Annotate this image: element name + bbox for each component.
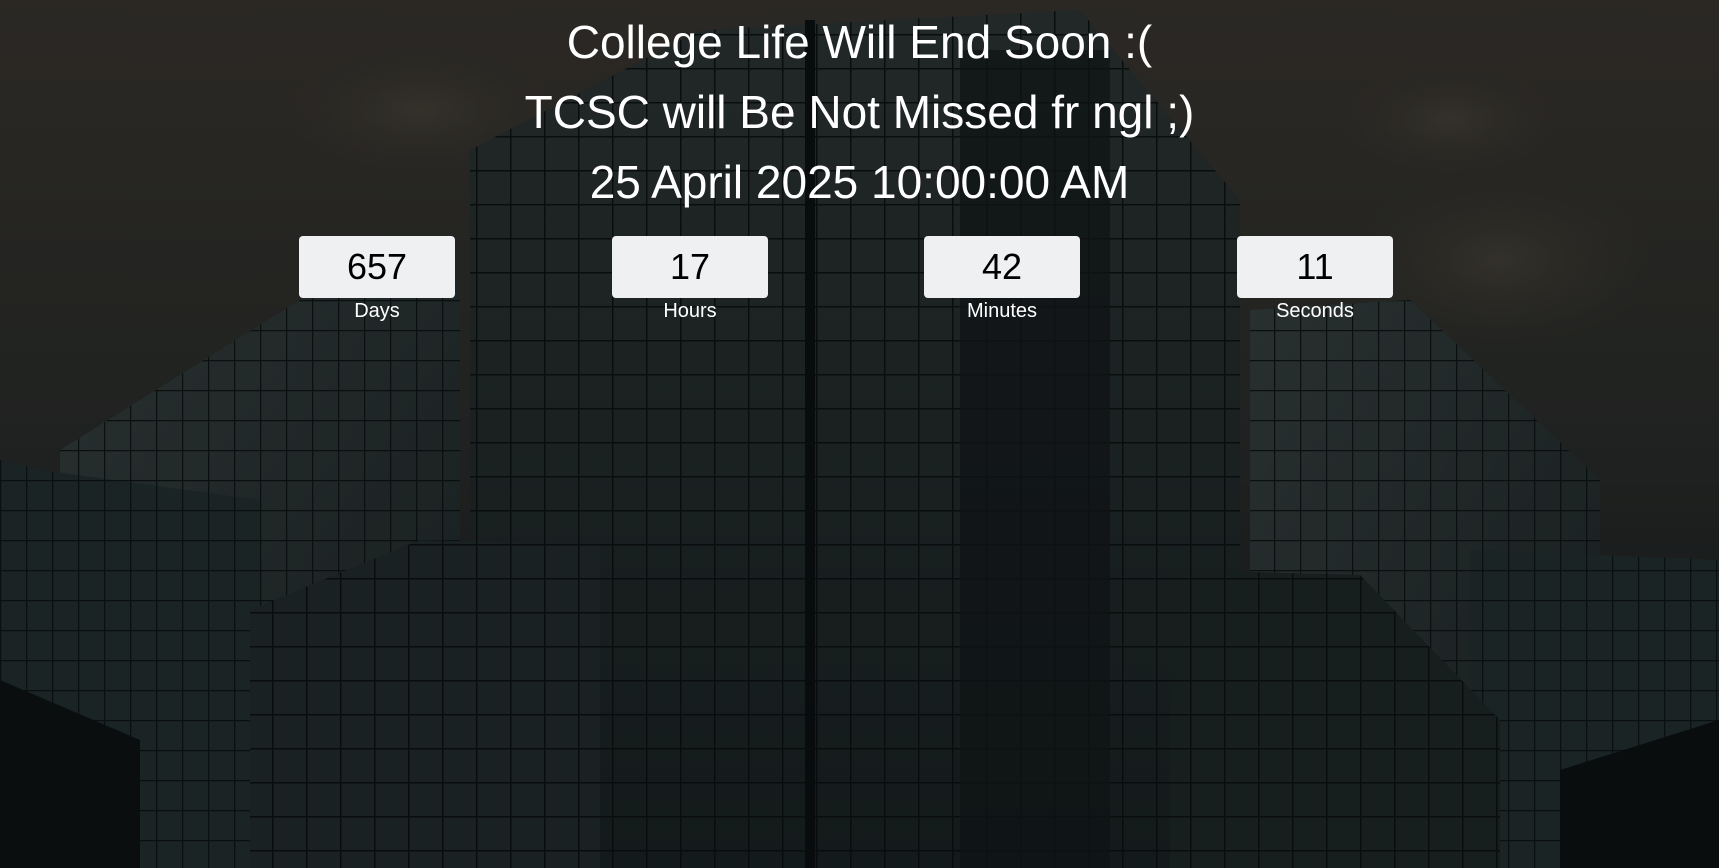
countdown-timer: 657 Days 17 Hours 42 Minutes 11 Seconds (0, 236, 1719, 326)
days-label: Days (354, 300, 400, 322)
countdown-minutes: 42 Minutes (924, 236, 1080, 324)
seconds-label: Seconds (1276, 300, 1354, 322)
seconds-value: 11 (1237, 236, 1393, 298)
countdown-seconds: 11 Seconds (1237, 236, 1393, 324)
target-datetime: 25 April 2025 10:00:00 AM (589, 156, 1130, 208)
minutes-label: Minutes (966, 300, 1038, 322)
countdown-hours: 17 Hours (612, 236, 768, 324)
minutes-value: 42 (924, 236, 1080, 298)
hours-value: 17 (612, 236, 768, 298)
days-value: 657 (299, 236, 455, 298)
page-subtitle: TCSC will Be Not Missed fr ngl ;) (524, 86, 1195, 138)
hours-label: Hours (663, 300, 717, 322)
countdown-page: College Life Will End Soon :( TCSC will … (0, 0, 1719, 868)
page-title: College Life Will End Soon :( (566, 16, 1153, 68)
countdown-days: 657 Days (299, 236, 455, 324)
